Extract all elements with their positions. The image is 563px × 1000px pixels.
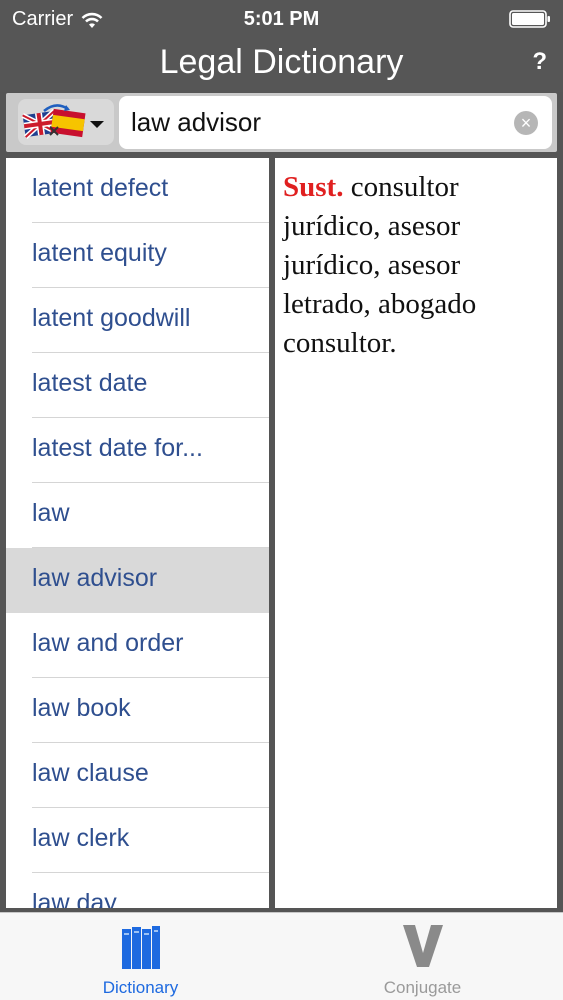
search-bar: × [6, 93, 557, 152]
list-item-label: law and order [32, 629, 184, 657]
list-item-label: latest date [32, 369, 148, 397]
word-list[interactable]: latent defect latent equity latent goodwil… [6, 158, 269, 908]
search-field-container: × [119, 96, 552, 149]
language-switch-button[interactable] [18, 99, 114, 145]
list-item-label: law book [32, 694, 131, 722]
list-item[interactable]: law advisor [6, 548, 269, 613]
list-item-label: law day [32, 889, 117, 908]
list-item[interactable]: law clause [6, 743, 269, 808]
list-item[interactable]: law [6, 483, 269, 548]
page-title: Legal Dictionary [159, 43, 404, 81]
list-item[interactable]: latent equity [6, 223, 269, 288]
list-item[interactable]: latest date for... [6, 418, 269, 483]
tab-bar: Dictionary Conjugate [0, 912, 563, 1000]
list-item-label: latent goodwill [32, 304, 191, 332]
clear-search-button[interactable]: × [514, 111, 538, 135]
list-item[interactable]: law day [6, 873, 269, 908]
language-flags-icon [21, 104, 104, 139]
status-time: 5:01 PM [243, 8, 320, 30]
list-item-label: latent equity [32, 239, 167, 267]
part-of-speech-label: Sust. [283, 171, 344, 203]
definition-pane: Sust. consultor jurídico, asesor jurídic… [275, 158, 557, 908]
help-button[interactable]: ? [532, 48, 547, 76]
status-bar: Carrier 5:01 PM [0, 0, 563, 38]
tab-conjugate-label: Conjugate [383, 978, 462, 997]
list-item[interactable]: law clerk [6, 808, 269, 873]
books-icon [121, 926, 160, 969]
navigation-bar: Legal Dictionary ? [0, 38, 563, 92]
list-item[interactable]: law book [6, 678, 269, 743]
list-item-label: law [32, 499, 70, 527]
tab-dictionary-label: Dictionary [102, 978, 179, 997]
list-item-label: latent defect [32, 174, 169, 202]
list-item[interactable]: latest date [6, 353, 269, 418]
list-item[interactable]: latent defect [6, 158, 269, 223]
list-item-label: law clerk [32, 824, 130, 852]
battery-icon [509, 10, 550, 28]
search-input[interactable] [131, 96, 511, 149]
list-item[interactable]: law and order [6, 613, 269, 678]
list-item[interactable]: latent goodwill [6, 288, 269, 353]
letter-v-icon [402, 925, 443, 967]
tab-conjugate[interactable]: Conjugate [282, 913, 563, 1000]
tab-dictionary[interactable]: Dictionary [0, 913, 281, 1000]
list-item-label: law advisor [32, 564, 158, 592]
definition-text: Sust. consultor jurídico, asesor jurídic… [283, 168, 549, 363]
list-item-label: latest date for... [32, 434, 203, 462]
list-item-label: law clause [32, 759, 149, 787]
